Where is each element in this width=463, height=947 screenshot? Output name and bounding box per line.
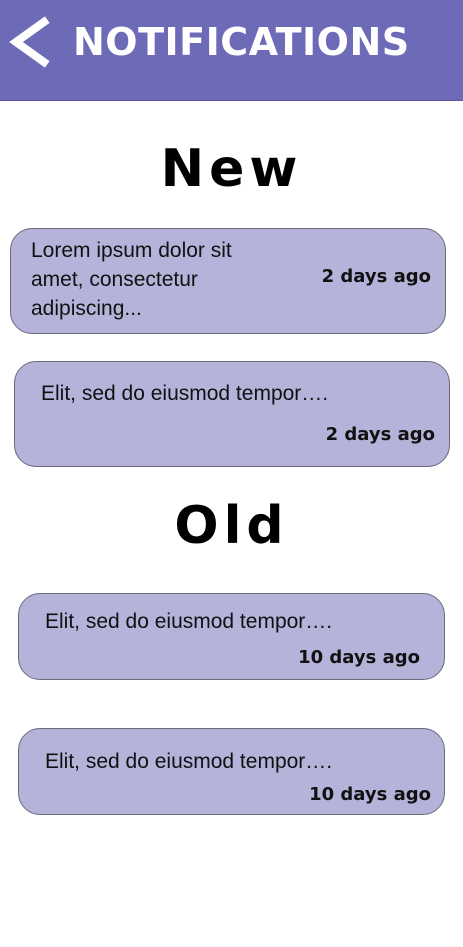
notification-time: 10 days ago bbox=[298, 647, 420, 668]
notification-text: Elit, sed do eiusmod tempor…. bbox=[41, 382, 329, 405]
page-title: NOTIFICATIONS bbox=[73, 20, 410, 64]
notification-time: 2 days ago bbox=[321, 266, 431, 287]
notification-card[interactable]: Elit, sed do eiusmod tempor…. 2 days ago bbox=[14, 361, 450, 467]
notification-text: Elit, sed do eiusmod tempor…. bbox=[45, 750, 333, 773]
app-header: NOTIFICATIONS bbox=[0, 0, 463, 101]
notification-time: 2 days ago bbox=[325, 424, 435, 445]
chevron-left-icon bbox=[9, 16, 50, 68]
section-title-old: Old bbox=[174, 496, 289, 556]
notification-card[interactable]: Lorem ipsum dolor sit amet, consectetur … bbox=[10, 228, 446, 334]
notification-text-line: adipiscing... bbox=[31, 297, 142, 320]
notification-text: Lorem ipsum dolor sit amet, consectetur … bbox=[31, 236, 232, 323]
back-button[interactable] bbox=[6, 14, 54, 70]
notifications-screen: NOTIFICATIONS New Lorem ipsum dolor sit … bbox=[0, 0, 463, 947]
section-title-new: New bbox=[160, 139, 303, 199]
notification-card[interactable]: Elit, sed do eiusmod tempor…. 10 days ag… bbox=[18, 593, 445, 680]
notification-text: Elit, sed do eiusmod tempor…. bbox=[45, 610, 333, 633]
notification-time: 10 days ago bbox=[309, 784, 431, 805]
notification-text-line: Lorem ipsum dolor sit bbox=[31, 239, 232, 262]
notification-card[interactable]: Elit, sed do eiusmod tempor…. 10 days ag… bbox=[18, 728, 445, 815]
notification-text-line: amet, consectetur bbox=[31, 268, 198, 291]
